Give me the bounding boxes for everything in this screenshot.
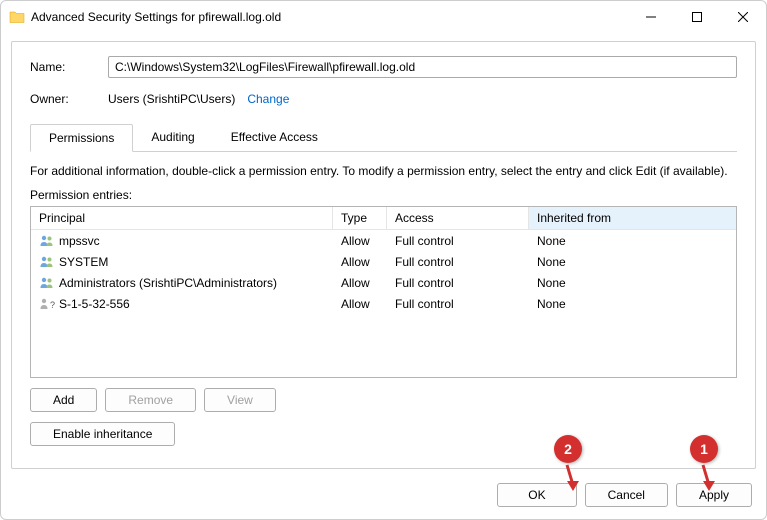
cell-type: Allow [333,232,387,250]
minimize-button[interactable] [628,1,674,33]
window-frame: Advanced Security Settings for pfirewall… [0,0,767,520]
principal-name: SYSTEM [59,255,108,269]
cell-access: Full control [387,253,529,271]
table-row[interactable]: mpssvc AllowFull controlNone [31,230,736,251]
table-header: Principal Type Access Inherited from [31,207,736,230]
cell-access: Full control [387,274,529,292]
principal-icon [39,254,55,270]
info-text: For additional information, double-click… [30,164,737,178]
callout-1: 1 [690,435,718,463]
tab-auditing[interactable]: Auditing [133,124,212,151]
content-pane: Name: C:\Windows\System32\LogFiles\Firew… [11,41,756,469]
cancel-button[interactable]: Cancel [585,483,668,507]
maximize-button[interactable] [674,1,720,33]
cell-type: Allow [333,253,387,271]
owner-row: Owner: Users (SrishtiPC\Users) Change [30,92,737,106]
cell-inherited: None [529,253,736,271]
header-type[interactable]: Type [333,207,387,229]
principal-name: S-1-5-32-556 [59,297,130,311]
tab-permissions[interactable]: Permissions [30,124,133,152]
name-value[interactable]: C:\Windows\System32\LogFiles\Firewall\pf… [108,56,737,78]
table-row[interactable]: SYSTEM AllowFull controlNone [31,251,736,272]
cell-inherited: None [529,274,736,292]
cell-type: Allow [333,295,387,313]
tab-strip: Permissions Auditing Effective Access [30,124,737,152]
header-principal[interactable]: Principal [31,207,333,229]
cell-inherited: None [529,232,736,250]
callout-2: 2 [554,435,582,463]
window-controls [628,1,766,33]
table-body: mpssvcAllowFull controlNoneSYSTEMAllowFu… [31,230,736,314]
table-row[interactable]: ? S-1-5-32-556 AllowFull controlNone [31,293,736,314]
enable-inheritance-row: Enable inheritance [30,422,737,446]
cell-access: Full control [387,232,529,250]
table-row[interactable]: Administrators (SrishtiPC\Administrators… [31,272,736,293]
owner-label: Owner: [30,92,108,106]
principal-icon: ? [39,296,55,312]
cell-inherited: None [529,295,736,313]
principal-icon [39,275,55,291]
arrow-2-icon [561,463,581,493]
permission-table: Principal Type Access Inherited from mps… [30,206,737,378]
cell-type: Allow [333,274,387,292]
footer-buttons: OK Cancel Apply [1,475,766,519]
arrow-1-icon [697,463,717,493]
name-row: Name: C:\Windows\System32\LogFiles\Firew… [30,56,737,78]
action-buttons: Add Remove View [30,388,737,412]
header-inherited[interactable]: Inherited from [529,207,736,229]
owner-value: Users (SrishtiPC\Users) [108,92,235,106]
add-button[interactable]: Add [30,388,97,412]
name-label: Name: [30,60,108,74]
window-title: Advanced Security Settings for pfirewall… [31,10,628,24]
change-link[interactable]: Change [247,92,289,106]
view-button: View [204,388,276,412]
folder-icon [9,9,25,25]
close-button[interactable] [720,1,766,33]
header-access[interactable]: Access [387,207,529,229]
principal-name: Administrators (SrishtiPC\Administrators… [59,276,277,290]
tab-effective-access[interactable]: Effective Access [213,124,336,151]
titlebar: Advanced Security Settings for pfirewall… [1,1,766,33]
principal-icon [39,233,55,249]
remove-button: Remove [105,388,196,412]
svg-text:?: ? [50,300,55,310]
cell-access: Full control [387,295,529,313]
enable-inheritance-button[interactable]: Enable inheritance [30,422,175,446]
principal-name: mpssvc [59,234,100,248]
entries-label: Permission entries: [30,188,737,202]
